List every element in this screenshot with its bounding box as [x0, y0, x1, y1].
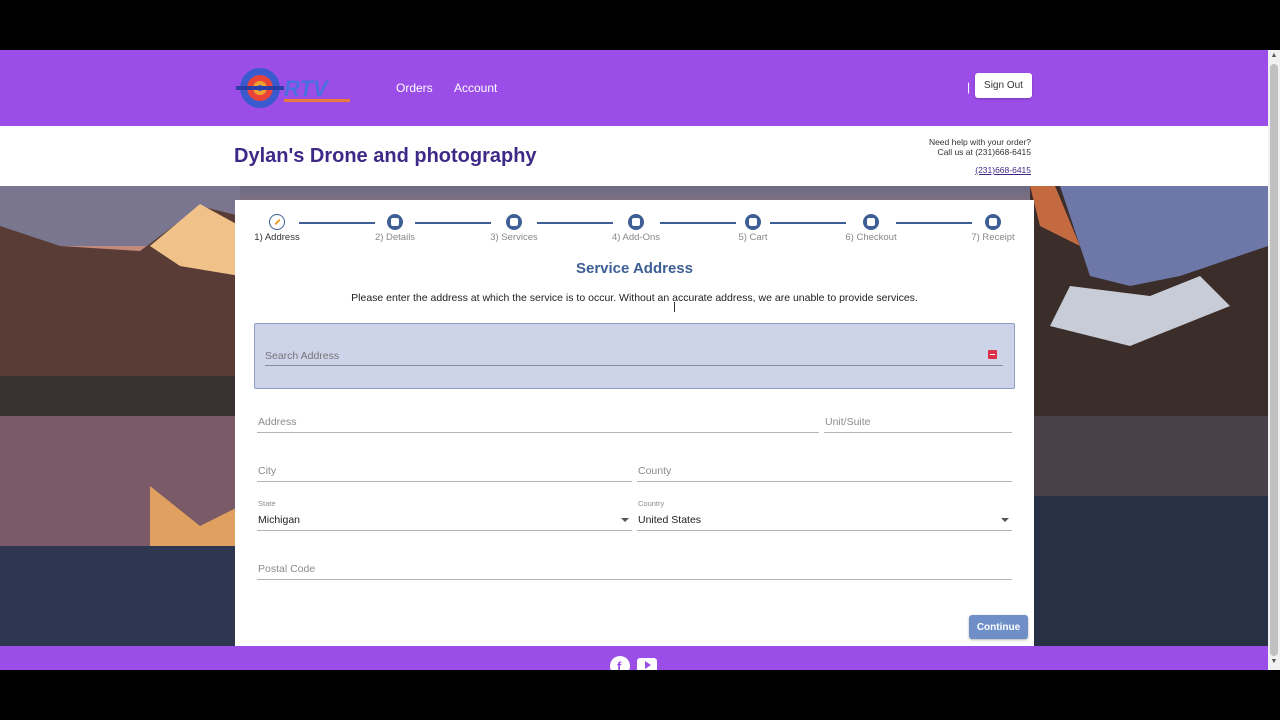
step-connector [415, 222, 491, 224]
step-connector [896, 222, 972, 224]
clear-search-icon[interactable] [988, 350, 997, 359]
step-details[interactable]: 2) Details [373, 214, 417, 243]
country-label: Country [638, 499, 665, 508]
pencil-icon [269, 214, 285, 230]
mountain-scenery-left [0, 186, 240, 646]
order-stepper: 1) Address 2) Details 3) Services 4) Add… [235, 214, 1034, 246]
footer-bar: f [0, 646, 1268, 670]
page-scrollbar[interactable]: ▲ ▼ [1268, 50, 1280, 670]
step-connector [537, 222, 613, 224]
step-label: 7) Receipt [971, 232, 1015, 243]
bag-plus-icon [628, 214, 644, 230]
step-label: 5) Cart [738, 232, 768, 243]
unit-suite-placeholder: Unit/Suite [825, 416, 871, 428]
scroll-up-icon[interactable]: ▲ [1270, 52, 1278, 60]
state-value: Michigan [258, 514, 301, 526]
order-form-card: 1) Address 2) Details 3) Services 4) Add… [235, 200, 1034, 646]
nav-orders[interactable]: Orders [396, 81, 433, 95]
step-label: 6) Checkout [845, 232, 897, 243]
scroll-down-icon[interactable]: ▼ [1270, 658, 1278, 666]
nav-separator: | [967, 80, 971, 94]
form-instructions: Please enter the address at which the se… [351, 292, 918, 304]
step-connector [299, 222, 375, 224]
sign-out-button[interactable]: Sign Out [975, 73, 1032, 98]
scrollbar-thumb[interactable] [1270, 64, 1278, 656]
step-cart[interactable]: 5) Cart [734, 214, 772, 243]
business-name: Dylan's Drone and photography [234, 145, 537, 167]
city-field[interactable]: City [257, 458, 632, 482]
address-placeholder: Address [258, 416, 297, 428]
bag-icon [506, 214, 522, 230]
continue-button[interactable]: Continue [969, 615, 1028, 639]
unit-suite-field[interactable]: Unit/Suite [824, 409, 1012, 433]
step-label: 4) Add-Ons [611, 232, 661, 243]
address-search-panel [254, 323, 1015, 389]
step-receipt[interactable]: 7) Receipt [970, 214, 1016, 243]
text-cursor-icon [674, 302, 675, 312]
step-label: 3) Services [490, 232, 538, 243]
help-line-1: Need help with your order? [928, 137, 1031, 147]
step-services[interactable]: 3) Services [489, 214, 539, 243]
state-label: State [258, 499, 276, 508]
help-line-2: Call us at (231)668-6415 [937, 147, 1031, 157]
step-checkout[interactable]: 6) Checkout [844, 214, 898, 243]
company-logo[interactable]: RTV [236, 64, 352, 112]
clipboard-icon [387, 214, 403, 230]
receipt-icon [985, 214, 1001, 230]
cart-icon [745, 214, 761, 230]
step-label: 2) Details [374, 232, 416, 243]
step-connector [770, 222, 846, 224]
business-header: Dylan's Drone and photography Need help … [0, 126, 1268, 186]
chevron-down-icon [1001, 518, 1009, 522]
step-address[interactable]: 1) Address [254, 214, 300, 243]
search-address-input[interactable] [265, 346, 1003, 366]
state-select[interactable]: State Michigan [257, 499, 632, 531]
phone-link[interactable]: (231)668-6415 [975, 165, 1031, 175]
county-field[interactable]: County [637, 458, 1012, 482]
city-placeholder: City [258, 465, 277, 477]
postal-code-placeholder: Postal Code [258, 563, 316, 575]
browser-viewport: RTV Orders Account | Sign Out Dylan's Dr… [0, 50, 1268, 670]
youtube-icon[interactable] [637, 658, 657, 670]
top-navbar: RTV Orders Account | Sign Out [0, 50, 1268, 126]
nav-account[interactable]: Account [454, 81, 497, 95]
county-placeholder: County [638, 465, 672, 477]
help-text: Need help with your order? Call us at (2… [929, 137, 1031, 157]
form-heading: Service Address [575, 260, 693, 277]
facebook-icon[interactable]: f [610, 656, 630, 670]
basket-icon [863, 214, 879, 230]
address-field[interactable]: Address [257, 409, 819, 433]
postal-code-field[interactable]: Postal Code [257, 556, 1012, 580]
country-select[interactable]: Country United States [637, 499, 1012, 531]
logo-text: RTV [284, 76, 330, 101]
country-value: United States [638, 514, 702, 526]
step-add-ons[interactable]: 4) Add-Ons [611, 214, 661, 243]
facebook-glyph: f [617, 659, 622, 670]
step-connector [660, 222, 736, 224]
chevron-down-icon [621, 518, 629, 522]
step-label: 1) Address [254, 232, 300, 243]
mountain-scenery-right [1030, 186, 1268, 646]
